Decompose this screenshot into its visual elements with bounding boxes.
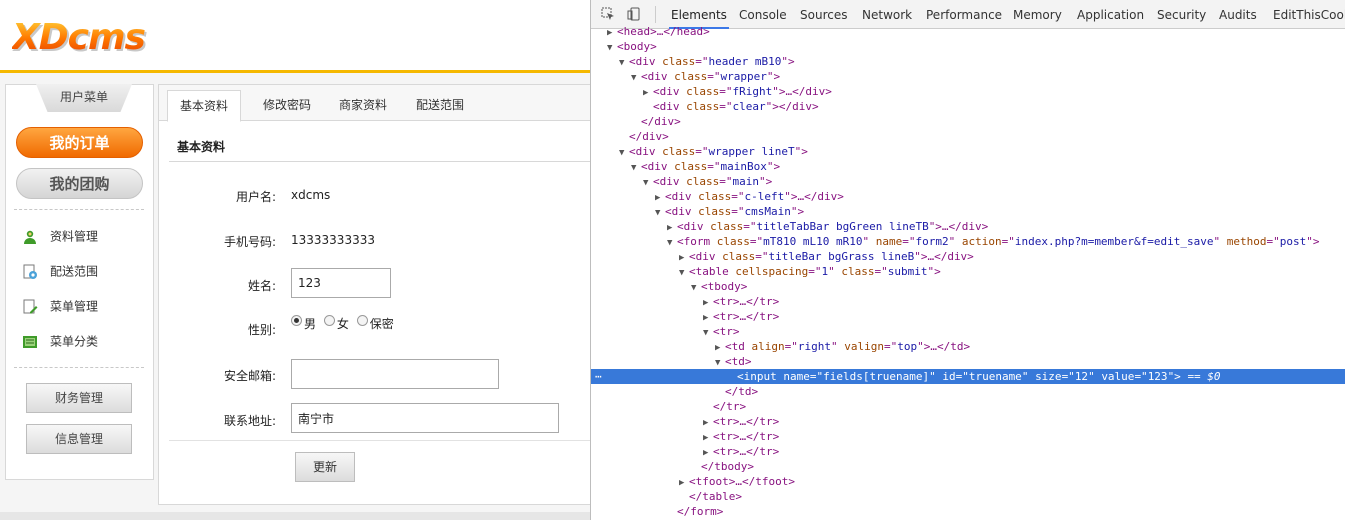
site-header: XDcms XDcms xyxy=(0,0,590,71)
devtools-panel: Elements Console Sources Network Performance… xyxy=(590,0,1345,520)
address-input[interactable] xyxy=(291,403,559,433)
dom-node[interactable]: ▼ <table cellspacing="1" class="submit"> xyxy=(591,264,1345,279)
sidebar-item-profile[interactable]: 资料管理 xyxy=(22,226,98,246)
gender-option-label: 保密 xyxy=(369,317,394,331)
user-sidebar: 用户菜单 我的订单 我的团购 资料管理 配送范围 菜单管理 菜单分类 财务管理 … xyxy=(5,84,154,480)
dom-node[interactable]: </div> xyxy=(591,114,1345,129)
dom-node[interactable]: ▶ <head>…</head> xyxy=(591,24,1345,39)
info-manage-button[interactable]: 信息管理 xyxy=(26,424,132,454)
dom-node[interactable]: ▼ <div class="main"> xyxy=(591,174,1345,189)
email-input[interactable] xyxy=(291,359,499,389)
tab-basic-info[interactable]: 基本资料 xyxy=(167,90,242,122)
dom-node[interactable]: ▼ <tr> xyxy=(591,324,1345,339)
my-group-buy-button[interactable]: 我的团购 xyxy=(16,168,143,199)
gender-label: 性别: xyxy=(247,323,276,337)
dom-node[interactable]: ▼ <td> xyxy=(591,354,1345,369)
update-button[interactable]: 更新 xyxy=(295,452,355,482)
gender-radio-female[interactable] xyxy=(323,315,335,326)
dom-node[interactable]: ▶ <tr>…</tr> xyxy=(591,294,1345,309)
node-menu-icon[interactable]: ⋯ xyxy=(595,369,602,384)
dom-node[interactable]: ▶ <tr>…</tr> xyxy=(591,309,1345,324)
tab-delivery-range[interactable]: 配送范围 xyxy=(404,90,476,121)
phone-value: 13333333333 xyxy=(291,233,375,247)
page-bottom-strip xyxy=(0,512,590,520)
device-toolbar-icon[interactable] xyxy=(627,7,641,21)
tab-merchant-info[interactable]: 商家资料 xyxy=(327,90,399,121)
phone-label: 手机号码: xyxy=(223,235,276,249)
sidebar-item-menu-category[interactable]: 菜单分类 xyxy=(22,331,98,351)
user-menu-title: 用户菜单 xyxy=(36,84,132,112)
dom-node[interactable]: ▶ <tr>…</tr> xyxy=(591,429,1345,444)
dom-node[interactable]: ▼ <div class="mainBox"> xyxy=(591,159,1345,174)
username-value: xdcms xyxy=(291,188,331,202)
web-page: XDcms XDcms 用户菜单 我的订单 我的团购 资料管理 配送范围 菜单管… xyxy=(0,0,590,520)
menu-edit-icon xyxy=(23,299,38,313)
username-label: 用户名: xyxy=(235,190,276,204)
dom-node[interactable]: ▼ <tbody> xyxy=(591,279,1345,294)
finance-manage-button[interactable]: 财务管理 xyxy=(26,383,132,413)
cms-main-panel: 基本资料 修改密码 商家资料 配送范围 基本资料 用户名: xdcms 手机号码… xyxy=(158,84,590,505)
dom-node[interactable]: </tbody> xyxy=(591,459,1345,474)
dom-node[interactable]: ▶ <tr>…</tr> xyxy=(591,444,1345,459)
dom-node[interactable]: ▼ <div class="wrapper"> xyxy=(591,69,1345,84)
inspect-element-icon[interactable] xyxy=(601,7,615,21)
dom-node-selected[interactable]: <input name="fields[truename]" id="truen… xyxy=(591,369,1345,384)
sidebar-item-delivery[interactable]: 配送范围 xyxy=(22,261,98,281)
name-input[interactable] xyxy=(291,268,391,298)
expand-toggle-icon[interactable] xyxy=(667,506,677,520)
toolbar-separator xyxy=(655,6,656,23)
delivery-icon xyxy=(23,264,37,279)
gender-option-label: 男 xyxy=(304,317,317,331)
dom-node[interactable]: ▼ <div class="wrapper lineT"> xyxy=(591,144,1345,159)
sidebar-item-label: 配送范围 xyxy=(50,264,99,279)
dom-node[interactable]: ▶ <div class="titleBar bgGrass lineB">…</… xyxy=(591,249,1345,264)
dom-node[interactable]: ▶ <tr>…</tr> xyxy=(591,414,1345,429)
sidebar-divider xyxy=(14,367,144,368)
my-orders-button[interactable]: 我的订单 xyxy=(16,127,143,158)
dom-node[interactable]: </tr> xyxy=(591,399,1345,414)
address-label: 联系地址: xyxy=(223,414,276,428)
gender-radio-male[interactable] xyxy=(291,315,302,326)
title-tab-bar: 基本资料 修改密码 商家资料 配送范围 xyxy=(159,85,590,122)
gender-radio-secret[interactable] xyxy=(356,315,368,326)
user-icon xyxy=(24,230,36,244)
dom-node[interactable]: ▼ <div class="cmsMain"> xyxy=(591,204,1345,219)
sidebar-divider xyxy=(14,209,144,210)
elements-dom-tree: ▶ <head>…</head> ▼ <body> ▼ <div class="heade… xyxy=(591,25,1345,520)
form-footer-divider xyxy=(169,440,590,441)
dom-node[interactable]: ▼ <form class="mT810 mL10 mR10" name="for… xyxy=(591,234,1345,249)
dom-node[interactable]: </td> xyxy=(591,384,1345,399)
sidebar-item-label: 菜单分类 xyxy=(50,334,99,349)
section-title: 基本资料 xyxy=(169,135,590,162)
dom-node[interactable]: ▶ <div class="titleTabBar bgGreen lineTB"… xyxy=(591,219,1345,234)
gender-radio-group: 男 女 保密 xyxy=(291,315,398,332)
dom-node[interactable]: ▶ <td align="right" valign="top">…</td> xyxy=(591,339,1345,354)
dom-node[interactable]: </table> xyxy=(591,489,1345,504)
sidebar-item-label: 菜单管理 xyxy=(50,299,99,314)
dom-node[interactable]: ▼ <body> xyxy=(591,39,1345,54)
sidebar-item-label: 资料管理 xyxy=(50,229,99,244)
gender-option-label: 女 xyxy=(336,317,349,331)
site-logo[interactable]: XDcms xyxy=(12,18,146,58)
dom-node[interactable]: <div class="clear"></div> xyxy=(591,99,1345,114)
email-label: 安全邮箱: xyxy=(223,369,276,383)
name-label: 姓名: xyxy=(247,279,276,293)
dom-node[interactable]: ▶ <tfoot>…</tfoot> xyxy=(591,474,1345,489)
dom-node[interactable]: ▶ <div class="c-left">…</div> xyxy=(591,189,1345,204)
dom-node[interactable]: </form> xyxy=(591,504,1345,519)
sidebar-item-menu-manage[interactable]: 菜单管理 xyxy=(22,296,98,316)
tab-change-password[interactable]: 修改密码 xyxy=(251,90,323,121)
dom-node[interactable]: ▼ <div class="header mB10"> xyxy=(591,54,1345,69)
dom-node[interactable]: ▶ <div class="fRight">…</div> xyxy=(591,84,1345,99)
category-icon xyxy=(23,335,37,348)
dom-node[interactable]: </div> xyxy=(591,129,1345,144)
